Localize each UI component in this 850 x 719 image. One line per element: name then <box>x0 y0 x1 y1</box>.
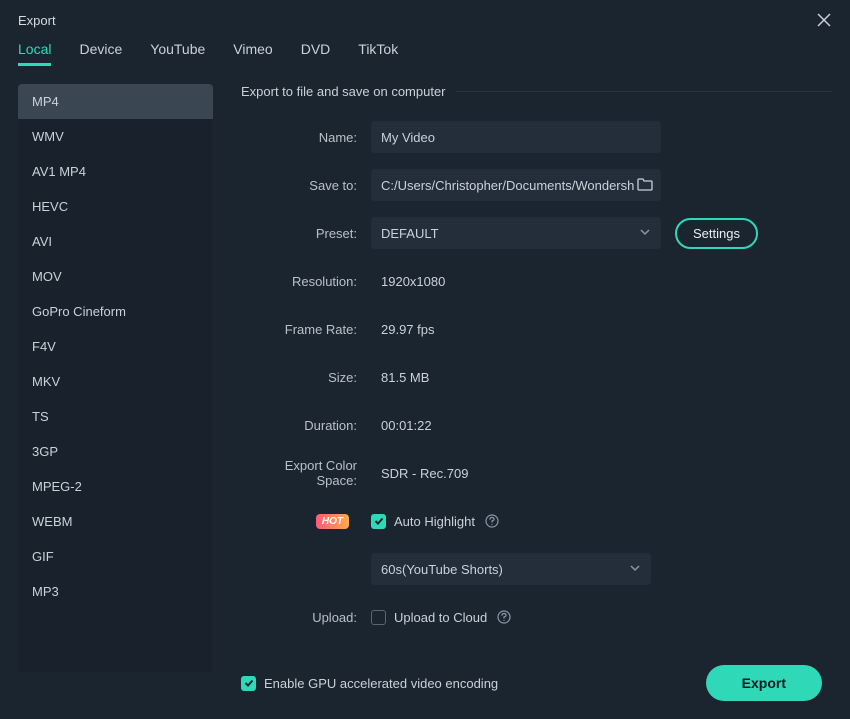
section-header-text: Export to file and save on computer <box>241 84 446 99</box>
help-icon[interactable] <box>485 514 499 528</box>
help-icon[interactable] <box>497 610 511 624</box>
section-header: Export to file and save on computer <box>241 84 832 99</box>
resolution-value: 1920x1080 <box>371 274 445 289</box>
tab-youtube[interactable]: YouTube <box>150 41 205 66</box>
name-input[interactable] <box>371 121 661 153</box>
format-mpeg-2[interactable]: MPEG-2 <box>18 469 213 504</box>
size-label: Size: <box>241 370 371 385</box>
upload-label: Upload: <box>241 610 371 625</box>
row-duration: Duration: 00:01:22 <box>241 409 832 441</box>
check-icon <box>244 678 254 688</box>
saveto-value: C:/Users/Christopher/Documents/Wondersh <box>381 178 637 193</box>
format-mkv[interactable]: MKV <box>18 364 213 399</box>
upload-checkbox[interactable] <box>371 610 386 625</box>
row-resolution: Resolution: 1920x1080 <box>241 265 832 297</box>
content-panel: Export to file and save on computer Name… <box>213 84 832 672</box>
format-3gp[interactable]: 3GP <box>18 434 213 469</box>
close-icon <box>817 13 831 27</box>
row-saveto: Save to: C:/Users/Christopher/Documents/… <box>241 169 832 201</box>
highlight-select[interactable]: 60s(YouTube Shorts) <box>371 553 651 585</box>
format-wmv[interactable]: WMV <box>18 119 213 154</box>
format-gif[interactable]: GIF <box>18 539 213 574</box>
saveto-label: Save to: <box>241 178 371 193</box>
row-preset: Preset: DEFAULT Settings <box>241 217 832 249</box>
row-framerate: Frame Rate: 29.97 fps <box>241 313 832 345</box>
format-mov[interactable]: MOV <box>18 259 213 294</box>
duration-label: Duration: <box>241 418 371 433</box>
resolution-label: Resolution: <box>241 274 371 289</box>
autohighlight-spacer: HOT <box>241 514 371 529</box>
main-area: MP4WMVAV1 MP4HEVCAVIMOVGoPro CineformF4V… <box>0 68 850 672</box>
duration-value: 00:01:22 <box>371 418 432 433</box>
colorspace-value: SDR - Rec.709 <box>371 466 468 481</box>
format-sidebar: MP4WMVAV1 MP4HEVCAVIMOVGoPro CineformF4V… <box>18 84 213 672</box>
settings-button[interactable]: Settings <box>675 218 758 249</box>
tab-dvd[interactable]: DVD <box>301 41 331 66</box>
chevron-down-icon <box>629 562 641 577</box>
framerate-label: Frame Rate: <box>241 322 371 337</box>
colorspace-label: Export Color Space: <box>241 458 371 488</box>
preset-label: Preset: <box>241 226 371 241</box>
format-mp4[interactable]: MP4 <box>18 84 213 119</box>
format-webm[interactable]: WEBM <box>18 504 213 539</box>
folder-icon[interactable] <box>637 177 653 194</box>
export-button[interactable]: Export <box>706 665 822 701</box>
gpu-row: Enable GPU accelerated video encoding <box>241 676 706 691</box>
row-size: Size: 81.5 MB <box>241 361 832 393</box>
check-icon <box>374 516 384 526</box>
upload-option-label: Upload to Cloud <box>394 610 487 625</box>
chevron-down-icon <box>639 226 651 241</box>
titlebar: Export <box>0 0 850 38</box>
row-colorspace: Export Color Space: SDR - Rec.709 <box>241 457 832 489</box>
autohighlight-label: Auto Highlight <box>394 514 475 529</box>
highlight-value: 60s(YouTube Shorts) <box>381 562 629 577</box>
format-hevc[interactable]: HEVC <box>18 189 213 224</box>
preset-select[interactable]: DEFAULT <box>371 217 661 249</box>
framerate-value: 29.97 fps <box>371 322 435 337</box>
gpu-checkbox[interactable] <box>241 676 256 691</box>
format-gopro-cineform[interactable]: GoPro Cineform <box>18 294 213 329</box>
row-name: Name: <box>241 121 832 153</box>
format-f4v[interactable]: F4V <box>18 329 213 364</box>
tabs: Local Device YouTube Vimeo DVD TikTok <box>0 38 850 68</box>
footer: Enable GPU accelerated video encoding Ex… <box>241 649 832 719</box>
format-mp3[interactable]: MP3 <box>18 574 213 609</box>
preset-value: DEFAULT <box>381 226 639 241</box>
size-value: 81.5 MB <box>371 370 429 385</box>
upload-group: Upload to Cloud <box>371 610 511 625</box>
window-title: Export <box>18 13 56 28</box>
format-av1-mp4[interactable]: AV1 MP4 <box>18 154 213 189</box>
close-button[interactable] <box>814 10 834 30</box>
autohighlight-checkbox[interactable] <box>371 514 386 529</box>
gpu-label: Enable GPU accelerated video encoding <box>264 676 498 691</box>
row-upload: Upload: Upload to Cloud <box>241 601 832 633</box>
format-ts[interactable]: TS <box>18 399 213 434</box>
hot-badge: HOT <box>316 514 349 529</box>
divider <box>456 91 832 92</box>
row-highlight-preset: 60s(YouTube Shorts) <box>371 553 832 585</box>
tab-local[interactable]: Local <box>18 41 51 66</box>
row-autohighlight: HOT Auto Highlight <box>241 505 832 537</box>
saveto-field[interactable]: C:/Users/Christopher/Documents/Wondersh <box>371 169 661 201</box>
tab-tiktok[interactable]: TikTok <box>358 41 398 66</box>
tab-vimeo[interactable]: Vimeo <box>233 41 272 66</box>
name-label: Name: <box>241 130 371 145</box>
autohighlight-group: Auto Highlight <box>371 514 499 529</box>
format-avi[interactable]: AVI <box>18 224 213 259</box>
tab-device[interactable]: Device <box>79 41 122 66</box>
